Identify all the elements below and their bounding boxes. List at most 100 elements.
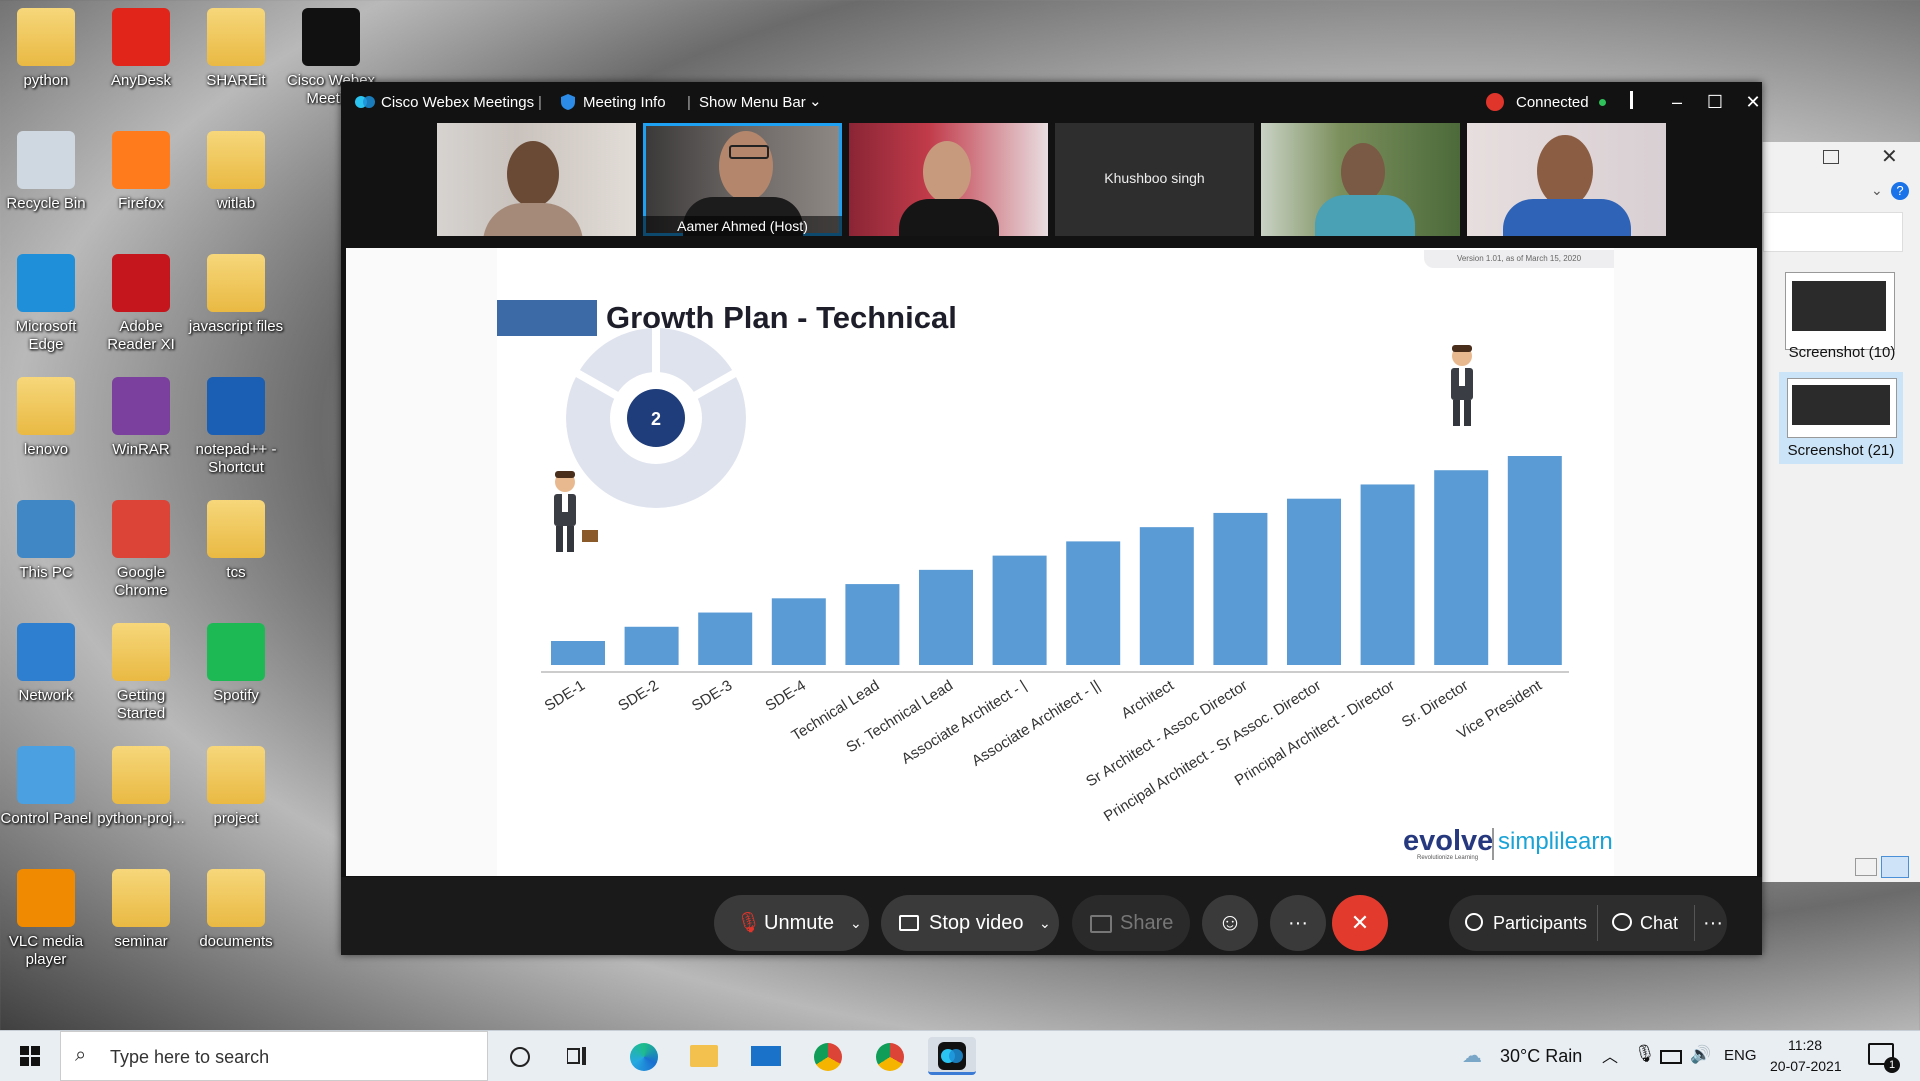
file-explorer-taskbar-icon[interactable]: [680, 1037, 728, 1075]
participant-video[interactable]: [849, 123, 1048, 236]
bar-10: [1213, 512, 1268, 665]
chevron-up-icon[interactable]: ︿: [1602, 1043, 1618, 1067]
app-icon: [17, 377, 75, 435]
desktop-icon-label: project: [213, 810, 259, 827]
app-icon: [207, 746, 265, 804]
desktop-icon[interactable]: This PC: [0, 500, 94, 582]
close-icon[interactable]: ✕: [1881, 144, 1898, 169]
evolve-tagline: Revolutionize Learning: [1417, 855, 1479, 861]
show-menu-bar-button[interactable]: Show Menu Bar: [699, 94, 806, 111]
bar-13: [1434, 470, 1489, 665]
desktop-icon[interactable]: Spotify: [188, 623, 284, 705]
participant-video[interactable]: [1261, 123, 1460, 236]
meeting-info-button[interactable]: Meeting Info: [583, 94, 666, 111]
clock-time[interactable]: 11:28: [1788, 1037, 1822, 1053]
desktop-icon[interactable]: Control Panel: [0, 746, 94, 828]
desktop-icon[interactable]: python: [0, 8, 94, 90]
chevron-down-icon[interactable]: ⌄: [809, 92, 822, 110]
address-bar[interactable]: [1763, 212, 1903, 252]
maximize-button[interactable]: ☐: [1697, 88, 1733, 116]
desktop-icon[interactable]: Recycle Bin: [0, 131, 94, 213]
chat-button[interactable]: Chat: [1598, 895, 1694, 951]
more-panels-button[interactable]: ···: [1699, 895, 1727, 951]
more-options-button[interactable]: ···: [1270, 895, 1326, 951]
language-indicator[interactable]: ENG: [1724, 1047, 1757, 1064]
desktop-icon[interactable]: VLC media player: [0, 869, 94, 969]
file-label[interactable]: Screenshot (10): [1763, 344, 1920, 361]
desktop-icon-label: VLC media player: [8, 933, 84, 968]
participant-name: Aamer Ahmed (Host): [643, 216, 842, 236]
stop-video-button[interactable]: Stop video ⌄: [881, 895, 1059, 951]
webex-taskbar-icon[interactable]: [928, 1037, 976, 1075]
windows-start-icon[interactable]: [20, 1046, 40, 1066]
task-view-icon[interactable]: [566, 1047, 587, 1065]
chrome-taskbar-icon[interactable]: [804, 1037, 852, 1075]
participant-video[interactable]: [437, 123, 636, 236]
maximize-icon[interactable]: [1823, 150, 1839, 164]
desktop-icon[interactable]: witlab: [188, 131, 284, 213]
desktop-icon[interactable]: Microsoft Edge: [0, 254, 94, 354]
file-label[interactable]: Screenshot (21): [1779, 442, 1903, 459]
desktop-icon[interactable]: project: [188, 746, 284, 828]
weather-text[interactable]: 30°C Rain: [1500, 1046, 1582, 1067]
share-button[interactable]: Share: [1072, 895, 1190, 951]
desktop-icon[interactable]: SHAREit: [188, 8, 284, 90]
app-icon: [302, 8, 360, 66]
search-box[interactable]: ⌕ Type here to search: [60, 1031, 488, 1081]
desktop-icon[interactable]: AnyDesk: [93, 8, 189, 90]
desktop-icon[interactable]: Network: [0, 623, 94, 705]
minimize-button[interactable]: –: [1659, 88, 1695, 116]
clock-date[interactable]: 20-07-2021: [1770, 1058, 1842, 1074]
desktop-icon[interactable]: seminar: [93, 869, 189, 951]
desktop-icon[interactable]: javascript files: [188, 254, 284, 336]
reactions-button[interactable]: ☺: [1202, 895, 1258, 951]
desktop-icon[interactable]: python-proj...: [93, 746, 189, 828]
details-view-icon[interactable]: [1855, 858, 1877, 876]
chevron-down-icon[interactable]: ⌄: [850, 895, 862, 951]
participant-video[interactable]: [1467, 123, 1666, 236]
desktop-icon[interactable]: Adobe Reader XI: [93, 254, 189, 354]
bar-7: [992, 555, 1047, 665]
app-icon: [112, 623, 170, 681]
participant-video-host[interactable]: Aamer Ahmed (Host): [643, 123, 842, 236]
mic-muted-icon: 🎙: [736, 912, 762, 934]
desktop-icon[interactable]: documents: [188, 869, 284, 951]
cortana-icon[interactable]: [510, 1047, 530, 1067]
leave-meeting-button[interactable]: ✕: [1332, 895, 1388, 951]
screenshot-thumbnail[interactable]: [1785, 272, 1895, 350]
desktop-icon[interactable]: notepad++ - Shortcut: [188, 377, 284, 477]
share-icon: [1090, 915, 1112, 933]
participants-button[interactable]: Participants: [1449, 895, 1597, 951]
desktop-icon-label: python: [23, 72, 69, 89]
thumbnail-view-icon[interactable]: [1881, 856, 1909, 878]
app-icon: [112, 746, 170, 804]
help-icon[interactable]: ?: [1891, 182, 1909, 200]
weather-icon[interactable]: ☁: [1462, 1043, 1482, 1068]
participant-tile[interactable]: Khushboo singh: [1055, 123, 1254, 236]
desktop-icon[interactable]: lenovo: [0, 377, 94, 459]
microphone-icon[interactable]: 🎙: [1634, 1044, 1656, 1064]
edge-taskbar-icon[interactable]: [620, 1037, 668, 1075]
info-shield-icon[interactable]: [561, 94, 575, 110]
bar-6: [919, 569, 973, 665]
desktop-icon[interactable]: Google Chrome: [93, 500, 189, 600]
webex-window: Cisco Webex Meetings | Meeting Info | Sh…: [341, 82, 1762, 955]
mail-taskbar-icon[interactable]: [742, 1037, 790, 1075]
person-icon: [1465, 913, 1483, 931]
desktop-icon[interactable]: Getting Started: [93, 623, 189, 723]
bar-4: [771, 598, 826, 665]
desktop-icon[interactable]: tcs: [188, 500, 284, 582]
app-icon: [112, 869, 170, 927]
unmute-button[interactable]: 🎙 Unmute ⌄: [714, 895, 869, 951]
app-icon: [207, 254, 265, 312]
chevron-down-icon[interactable]: ⌄: [1871, 182, 1883, 199]
battery-icon[interactable]: [1660, 1050, 1682, 1064]
volume-icon[interactable]: 🔊: [1690, 1045, 1711, 1065]
desktop-icon[interactable]: WinRAR: [93, 377, 189, 459]
selected-file[interactable]: Screenshot (21): [1779, 372, 1903, 464]
desktop-icon[interactable]: Firefox: [93, 131, 189, 213]
app-icon: [207, 131, 265, 189]
close-button[interactable]: ✕: [1735, 88, 1771, 116]
chrome-taskbar-icon-2[interactable]: [866, 1037, 914, 1075]
chevron-down-icon[interactable]: ⌄: [1039, 895, 1051, 951]
